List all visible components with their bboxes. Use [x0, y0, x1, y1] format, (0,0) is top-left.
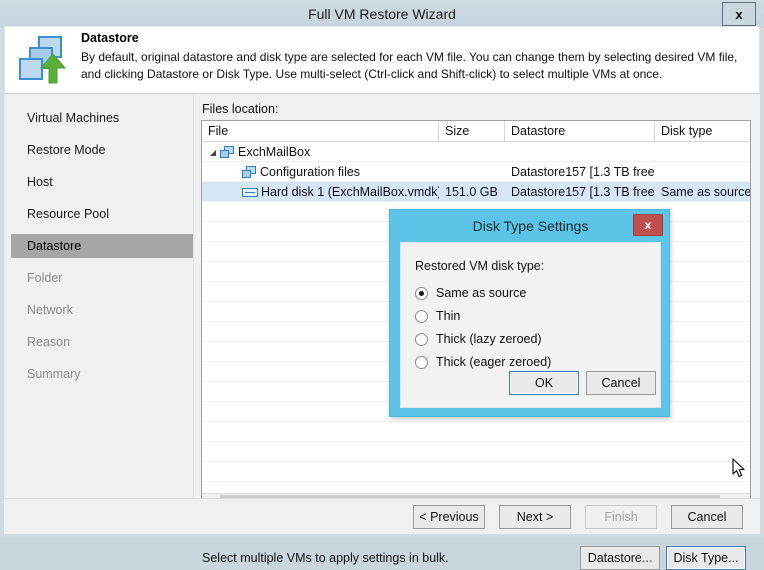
radio-label: Thick (eager zeroed) [436, 355, 552, 369]
radio-label: Same as source [436, 286, 527, 300]
sidebar-item-network[interactable]: Network [11, 298, 195, 322]
next-button[interactable]: Next > [499, 505, 571, 529]
vm-icon [242, 166, 257, 179]
table-empty-row [202, 442, 750, 462]
cell-file: Configuration files [202, 162, 439, 182]
table-row[interactable]: ◢ ExchMailBox [202, 142, 750, 162]
column-header-file[interactable]: File [202, 121, 439, 142]
table-empty-row [202, 462, 750, 482]
dialog-title: Disk Type Settings [472, 218, 589, 234]
dialog-close-icon[interactable]: x [633, 214, 663, 236]
sidebar-item-host[interactable]: Host [11, 170, 195, 194]
window-title: Full VM Restore Wizard [308, 6, 456, 22]
sidebar-item-summary[interactable]: Summary [11, 362, 195, 386]
radio-icon[interactable] [415, 286, 428, 300]
close-icon[interactable]: x [722, 2, 756, 26]
table-row[interactable]: Hard disk 1 (ExchMailBox.vmdk) 151.0 GB Da… [202, 182, 750, 202]
file-name: Hard disk 1 (ExchMailBox.vmdk) [261, 185, 439, 199]
table-row[interactable]: Configuration files Datastore157 [1.3 TB … [202, 162, 750, 182]
files-location-label: Files location: [202, 102, 279, 116]
cancel-button[interactable]: Cancel [671, 505, 743, 529]
cell-size [439, 162, 505, 182]
wizard-footer: < Previous Next > Finish Cancel [4, 498, 760, 534]
cell-datastore: Datastore157 [1.3 TB free] [511, 185, 655, 199]
sidebar-item-virtual-machines[interactable]: Virtual Machines [11, 106, 195, 130]
radio-icon[interactable] [415, 332, 428, 346]
wizard-steps-sidebar: Virtual Machines Restore Mode Host Resource… [4, 94, 195, 498]
full-vm-restore-wizard-window: Full VM Restore Wizard x Datastore By de… [0, 0, 764, 570]
cell-datastore: Datastore157 [1.3 TB free] [511, 165, 655, 179]
cell-disk-type [655, 142, 750, 162]
hard-disk-icon [242, 188, 258, 198]
disk-type-button[interactable]: Disk Type... [666, 546, 746, 570]
finish-button: Finish [585, 505, 657, 529]
cell-size: 151.0 GB [445, 185, 498, 199]
cell-file: ◢ ExchMailBox [202, 142, 439, 162]
datastore-button[interactable]: Datastore... [580, 546, 660, 570]
previous-button[interactable]: < Previous [413, 505, 485, 529]
column-header-disk-type[interactable]: Disk type [655, 121, 750, 142]
file-name: ExchMailBox [238, 145, 311, 159]
column-header-datastore[interactable]: Datastore [505, 121, 655, 142]
cell-disk-type [655, 162, 750, 182]
column-header-size[interactable]: Size [439, 121, 505, 142]
disk-type-label: Restored VM disk type: [415, 259, 545, 273]
sidebar-item-datastore[interactable]: Datastore [11, 234, 195, 258]
bulk-hint-text: Select multiple VMs to apply settings in… [202, 551, 449, 565]
dialog-ok-button[interactable]: OK [509, 371, 579, 395]
dialog-body: Restored VM disk type: Same as source Thi… [400, 242, 661, 408]
cell-file: Hard disk 1 (ExchMailBox.vmdk) [202, 182, 439, 202]
radio-label: Thin [436, 309, 461, 323]
chevron-down-icon[interactable]: ◢ [206, 143, 220, 162]
radio-option-thick-lazy-zeroed[interactable]: Thick (lazy zeroed) [415, 329, 542, 349]
disk-type-settings-dialog: Disk Type Settings x Restored VM disk ty… [389, 209, 670, 417]
table-empty-row [202, 422, 750, 442]
page-title: Datastore [81, 31, 139, 45]
sidebar-item-folder[interactable]: Folder [11, 266, 195, 290]
page-description: By default, original datastore and disk … [81, 50, 738, 81]
sidebar-item-resource-pool[interactable]: Resource Pool [11, 202, 195, 226]
cell-disk-type: Same as source [661, 185, 751, 199]
file-name: Configuration files [260, 165, 361, 179]
radio-icon[interactable] [415, 355, 428, 369]
radio-option-thin[interactable]: Thin [415, 306, 460, 326]
radio-label: Thick (lazy zeroed) [436, 332, 542, 346]
radio-option-same-as-source[interactable]: Same as source [415, 283, 526, 303]
window-titlebar: Full VM Restore Wizard x [0, 0, 764, 28]
datastore-upload-icon [17, 35, 71, 87]
vm-icon [220, 146, 235, 159]
wizard-header: Datastore By default, original datastore… [4, 26, 760, 94]
cell-datastore [505, 142, 655, 162]
radio-icon[interactable] [415, 309, 428, 323]
sidebar-item-restore-mode[interactable]: Restore Mode [11, 138, 195, 162]
cell-size [439, 142, 505, 162]
table-header-row: File Size Datastore Disk type [202, 121, 750, 142]
sidebar-item-reason[interactable]: Reason [11, 330, 195, 354]
radio-option-thick-eager-zeroed[interactable]: Thick (eager zeroed) [415, 352, 551, 372]
dialog-cancel-button[interactable]: Cancel [586, 371, 656, 395]
